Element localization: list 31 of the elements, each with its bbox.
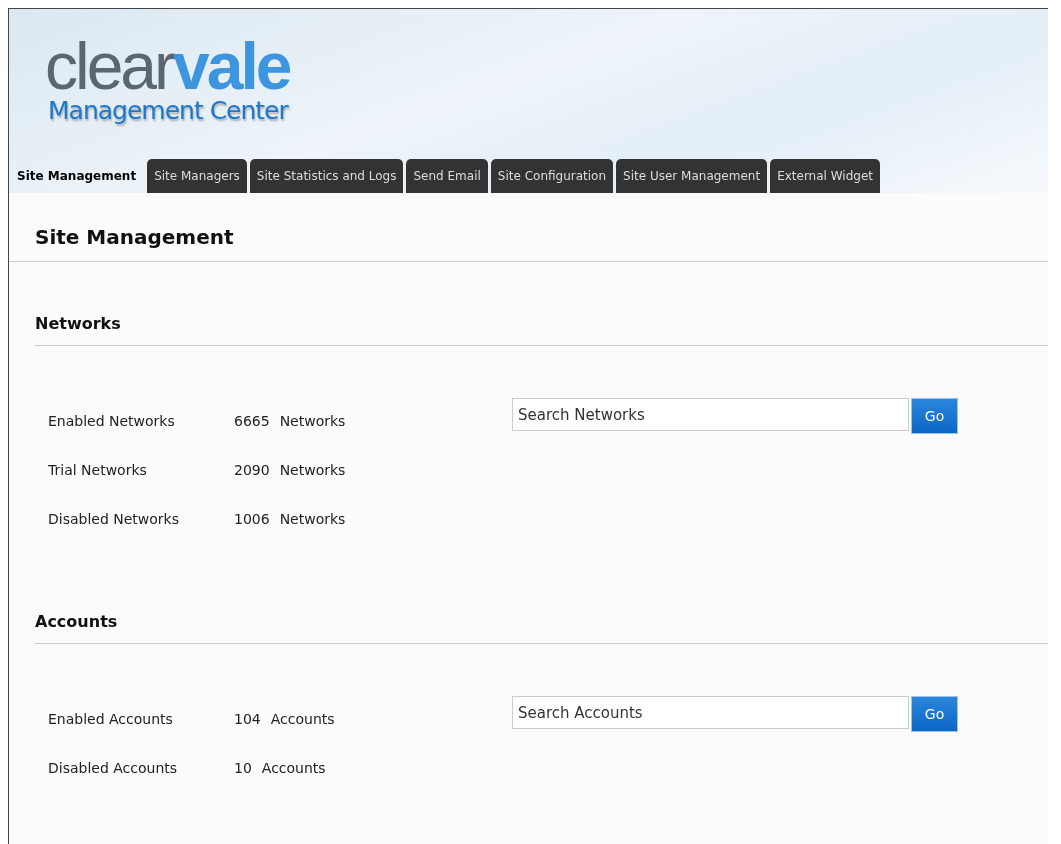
logo-subtitle: Management Center [48, 97, 288, 125]
tab[interactable]: Site User Management [616, 159, 768, 193]
stat-unit: Accounts [270, 710, 335, 727]
go-button[interactable]: Go [911, 398, 958, 434]
page-title: Site Management [9, 193, 1048, 262]
stat-count: 2090 [234, 461, 270, 478]
stat-count: 6665 [234, 412, 270, 429]
stat-unit: Networks [279, 412, 346, 429]
tab[interactable]: Site Configuration [490, 159, 614, 193]
go-button[interactable]: Go [911, 696, 958, 732]
tab[interactable]: Site Statistics and Logs [249, 159, 404, 193]
search-field[interactable]: Search Accounts [512, 696, 909, 729]
stat-label: Enabled Networks [48, 412, 176, 429]
tab[interactable]: External Widget [770, 159, 880, 193]
logo-wordmark: clearvale [45, 35, 290, 97]
stat-label: Disabled Networks [48, 510, 181, 527]
stat-count: 1006 [234, 510, 270, 527]
tab[interactable]: Send Email [406, 159, 488, 193]
stat-label: Trial Networks [48, 461, 148, 478]
stat-unit: Networks [279, 461, 346, 478]
section-title: Accounts [35, 612, 1048, 644]
tab[interactable]: Site Managers [147, 159, 247, 193]
tab[interactable]: Site Management [11, 159, 145, 193]
stat-count: 10 [234, 759, 252, 776]
search-field[interactable]: Search Networks [512, 398, 909, 431]
stat-unit: Networks [279, 510, 346, 527]
stat-label: Disabled Accounts [48, 759, 179, 776]
stat-label: Enabled Accounts [48, 710, 174, 727]
stat-count: 104 [234, 710, 261, 727]
stat-unit: Accounts [261, 759, 326, 776]
section-title: Networks [35, 314, 1048, 346]
